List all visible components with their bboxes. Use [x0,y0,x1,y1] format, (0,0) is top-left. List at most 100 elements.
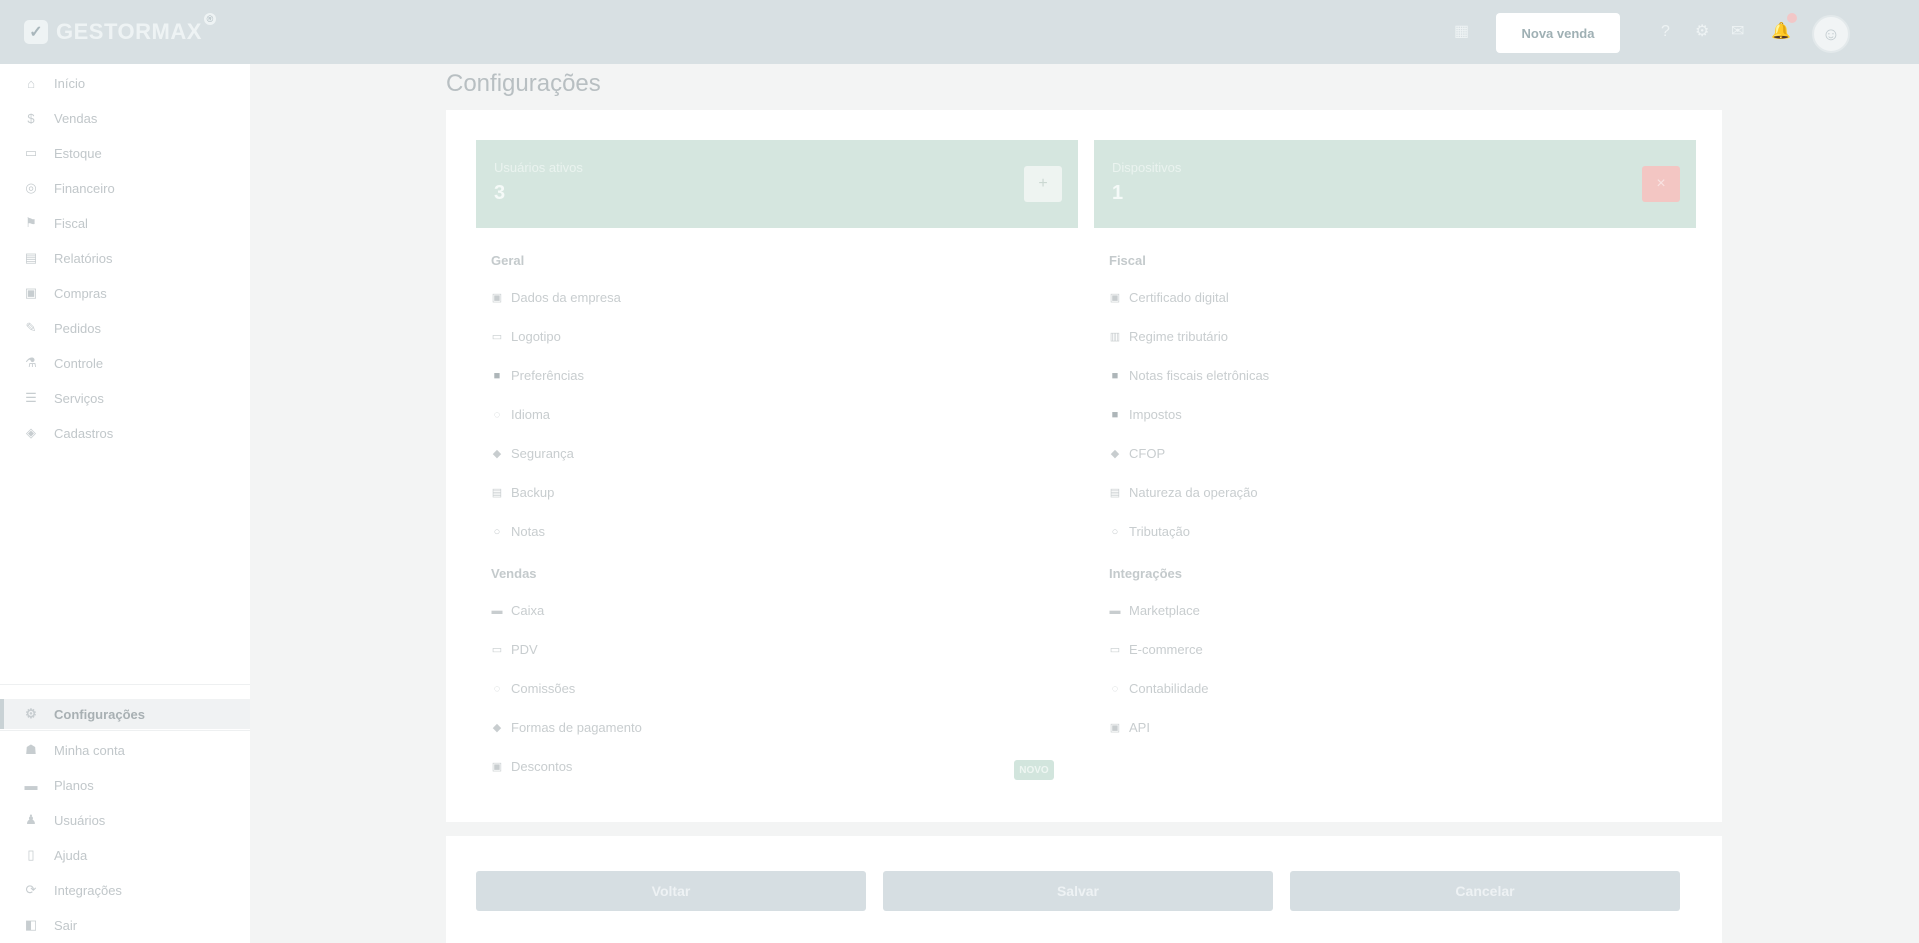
sidebar-item-label: Sair [54,917,78,933]
settings-link[interactable]: ▭ Logotipo [491,329,561,344]
sidebar-item-label: Ajuda [54,847,88,863]
sidebar-item[interactable]: ▯ Ajuda [0,840,250,870]
sidebar-item-label: Minha conta [54,742,125,758]
brand[interactable]: ✓ GESTORMAX ® [24,13,216,47]
menu-icon: ⟳ [25,882,37,897]
sidebar-item[interactable]: $ Vendas [0,103,250,133]
option-icon: ○ [1111,525,1119,538]
settings-link[interactable]: ◆ Segurança [491,446,574,461]
settings-link[interactable]: ▣ Descontos [491,759,573,774]
settings-link-label: Impostos [1129,407,1182,422]
settings-link[interactable]: ▬ Caixa [491,603,545,618]
section-title: Geral [491,253,525,268]
settings-link[interactable]: ◌ Idioma [491,407,550,422]
settings-link[interactable]: ◌ Contabilidade [1109,681,1209,696]
option-icon: ◌ [493,682,501,695]
menu-icon: ⚗ [25,355,37,370]
sidebar-item-label: Vendas [54,110,98,126]
settings-link[interactable]: ◆ CFOP [1109,446,1165,461]
mail-icon[interactable]: ✉ [1731,23,1744,41]
back-button[interactable]: Voltar [476,871,866,911]
grid-icon[interactable]: ▦ [1454,23,1469,41]
settings-link[interactable]: ▤ Natureza da operação [1109,485,1258,500]
settings-link-label: Segurança [511,446,574,461]
sidebar-item[interactable]: ▤ Relatórios [0,243,250,273]
sidebar-item-label: Configurações [54,706,146,722]
sidebar-item-label: Relatórios [54,250,113,266]
stat-label: Dispositivos [1112,160,1182,175]
settings-link[interactable]: ◆ Formas de pagamento [491,720,642,735]
option-icon: ■ [493,369,501,382]
gear-icon[interactable]: ⚙ [1695,23,1709,41]
menu-icon: ◧ [24,917,38,932]
option-icon: ▣ [1109,292,1121,304]
menu-icon: ✎ [25,320,37,335]
sidebar-item[interactable]: ♟ Usuários [0,805,250,835]
settings-link-label: E-commerce [1129,642,1203,657]
sidebar-item[interactable]: ▬ Planos [0,770,250,800]
brand-name: GESTORMAX [56,19,202,44]
option-icon: ▣ [1109,722,1121,734]
settings-link-label: Marketplace [1129,603,1200,618]
bell-icon[interactable]: 🔔 [1771,23,1791,41]
sidebar-item-label: Estoque [54,145,102,161]
settings-link[interactable]: ▣ Certificado digital [1109,290,1229,305]
option-icon: ▣ [491,761,503,773]
sidebar-divider [0,730,250,731]
settings-link[interactable]: ■ Impostos [1109,407,1182,422]
card-separator [446,822,1722,836]
new-sale-button[interactable]: Nova venda [1496,13,1620,53]
settings-link[interactable]: ○ Notas [491,524,545,539]
sidebar-item[interactable]: ⚗ Controle [0,348,250,378]
avatar[interactable]: ☺ [1812,15,1850,53]
settings-link-label: Preferências [511,368,584,383]
settings-link[interactable]: ▬ Marketplace [1109,603,1200,618]
settings-link[interactable]: ▥ Regime tributário [1109,329,1228,344]
help-icon[interactable]: ? [1661,23,1670,41]
sidebar-item-label: Financeiro [54,180,115,196]
sidebar-item[interactable]: ▣ Compras [0,278,250,308]
settings-link-label: Natureza da operação [1129,485,1258,500]
close-icon[interactable]: × [1642,166,1680,202]
logo-icon: ✓ [24,20,48,44]
settings-link[interactable]: ▤ Backup [491,485,555,500]
save-button[interactable]: Salvar [883,871,1273,911]
sidebar-item[interactable]: ⚑ Fiscal [0,208,250,238]
settings-link[interactable]: ■ Notas fiscais eletrônicas [1109,368,1270,383]
sidebar-item[interactable]: ✎ Pedidos [0,313,250,343]
settings-link[interactable]: ▭ E-commerce [1109,642,1203,657]
menu-icon: ▯ [27,847,35,862]
menu-icon: ▭ [24,145,38,160]
sidebar-item-settings[interactable]: ⚙ Configurações [0,699,250,729]
settings-link-label: API [1129,720,1150,735]
option-icon: ▣ [491,292,503,304]
settings-link[interactable]: ▭ PDV [491,642,538,657]
sidebar-item[interactable]: ▭ Estoque [0,138,250,168]
option-icon: ▤ [1109,487,1121,499]
option-icon: ◌ [493,408,501,421]
notification-dot [1787,13,1797,23]
sidebar-item[interactable]: ◈ Cadastros [0,418,250,448]
settings-link[interactable]: ▣ Dados da empresa [491,290,621,305]
option-icon: ◌ [1111,682,1119,695]
settings-link[interactable]: ■ Preferências [491,368,584,383]
sidebar-item[interactable]: ◎ Financeiro [0,173,250,203]
sidebar-item[interactable]: ☗ Minha conta [0,735,250,765]
menu-icon: ▬ [24,777,38,793]
sidebar-item-label: Início [54,75,86,91]
menu-icon: ☰ [25,390,37,405]
stat-card-users: Usuários ativos 3 + [476,140,1078,228]
settings-link[interactable]: ▣ API [1109,720,1150,735]
menu-icon: ☗ [25,742,37,757]
settings-link[interactable]: ◌ Comissões [491,681,576,696]
sidebar-item-label: Pedidos [54,320,101,336]
option-icon: ○ [493,525,501,538]
sidebar-item[interactable]: ⌂ Início [0,68,250,98]
sidebar-item[interactable]: ⟳ Integrações [0,875,250,905]
sidebar-item[interactable]: ◧ Sair [0,910,250,940]
sidebar-item[interactable]: ☰ Serviços [0,383,250,413]
cancel-button[interactable]: Cancelar [1290,871,1680,911]
settings-link[interactable]: ○ Tributação [1109,524,1190,539]
section-title: Vendas [491,566,537,581]
plus-icon[interactable]: + [1024,166,1062,202]
